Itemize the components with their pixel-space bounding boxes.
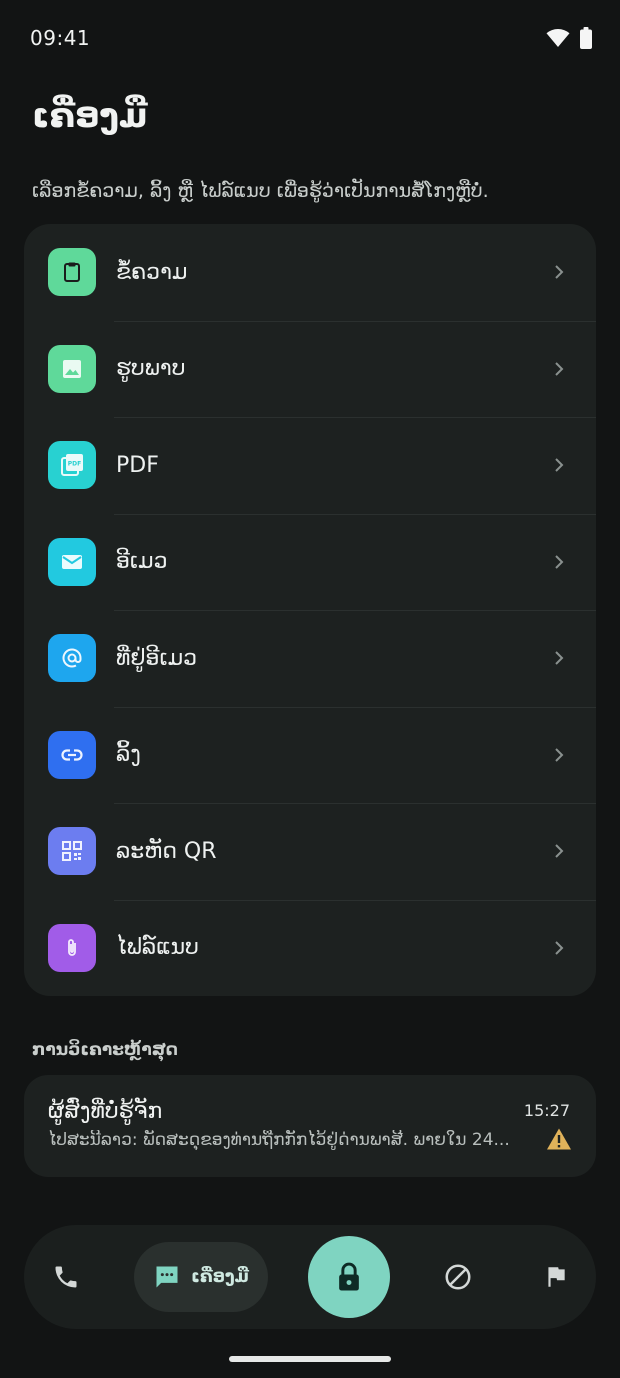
tool-label: ຂໍ້ຄວາມ <box>116 259 188 285</box>
tool-label: ລິ້ງ <box>116 742 141 768</box>
nav-lock-button[interactable] <box>308 1236 390 1318</box>
recent-sender: ຜູ້ສົ່ງທີ່ບໍ່ຮູ້ຈັກ <box>48 1099 163 1124</box>
nav-calls[interactable] <box>42 1253 90 1301</box>
at-icon <box>48 634 96 683</box>
section-title-recent: ການວິເຄາະຫຼ້າສຸດ <box>32 1040 178 1060</box>
tool-item-text[interactable]: ຂໍ້ຄວາມ <box>24 224 596 321</box>
tool-label: ອີເມວ <box>116 549 168 575</box>
chevron-right-icon <box>554 940 564 956</box>
tool-label: PDF <box>116 452 159 478</box>
chevron-right-icon <box>554 457 564 473</box>
qr-code-icon <box>48 827 96 876</box>
paperclip-icon <box>48 923 96 972</box>
recent-time: 15:27 <box>523 1101 570 1120</box>
home-indicator <box>229 1356 391 1362</box>
flag-icon <box>548 1267 565 1287</box>
chevron-right-icon <box>554 264 564 280</box>
svg-text:PDF: PDF <box>68 461 81 468</box>
chevron-right-icon <box>554 650 564 666</box>
tool-item-image[interactable]: ຮູບພາບ <box>24 320 596 418</box>
tool-item-link[interactable]: ລິ້ງ <box>24 706 596 804</box>
nav-tools-label: ເຄື່ອງມື <box>191 1267 249 1287</box>
nav-report[interactable] <box>532 1253 580 1301</box>
chevron-right-icon <box>554 554 564 570</box>
chevron-right-icon <box>554 361 564 377</box>
link-icon <box>48 730 96 779</box>
nav-tools[interactable]: ເຄື່ອງມື <box>134 1242 268 1312</box>
mail-icon <box>48 537 96 586</box>
clipboard-icon <box>48 248 96 297</box>
tool-label: ທີ່ຢູ່ອີເມວ <box>116 645 198 671</box>
page-subtitle: ເລືອກຂໍ້ຄວາມ, ລິ້ງ ຫຼື ໄຟລ໌ແນບ ເພື່ອຮູ້ວ… <box>32 180 489 202</box>
tool-label: ລະຫັດ QR <box>116 838 217 864</box>
phone-icon <box>55 1266 77 1288</box>
lock-icon <box>339 1262 359 1291</box>
nav-block[interactable] <box>434 1253 482 1301</box>
message-icon <box>156 1266 178 1288</box>
tool-label: ຮູບພາບ <box>116 356 186 382</box>
chevron-right-icon <box>554 843 564 859</box>
warning-icon <box>546 1127 572 1155</box>
tool-label: ໄຟລ໌ແນບ <box>116 935 199 961</box>
battery-icon <box>580 27 592 49</box>
tool-item-pdf[interactable]: PDF PDF <box>24 417 596 514</box>
pdf-icon: PDF <box>48 441 96 490</box>
status-icons <box>546 27 592 49</box>
block-icon <box>445 1264 471 1290</box>
tool-item-email[interactable]: ອີເມວ <box>24 513 596 611</box>
image-icon <box>48 344 96 393</box>
bottom-nav: ເຄື່ອງມື <box>24 1225 596 1329</box>
tool-item-email-address[interactable]: ທີ່ຢູ່ອີເມວ <box>24 610 596 707</box>
tool-item-qr-code[interactable]: ລະຫັດ QR <box>24 803 596 900</box>
recent-analysis-item[interactable]: ຜູ້ສົ່ງທີ່ບໍ່ຮູ້ຈັກ ໄປສະນີລາວ: ພັດສະດຸຂອ… <box>24 1075 596 1177</box>
page-title: ເຄື່ອງມື <box>32 96 148 136</box>
tool-item-attachment[interactable]: ໄຟລ໌ແນບ <box>24 899 596 997</box>
wifi-icon <box>546 29 570 47</box>
recent-preview: ໄປສະນີລາວ: ພັດສະດຸຂອງທ່ານຖືກກັກໄວ້ຢູ່ດ່າ… <box>48 1130 510 1150</box>
status-time: 09:41 <box>30 26 91 50</box>
status-bar: 09:41 <box>0 0 620 76</box>
tools-list: ຂໍ້ຄວາມ ຮູບພາບ PDF PDF ອີເມວ ທີ່ຢູ່ອີເມວ <box>24 224 596 996</box>
chevron-right-icon <box>554 747 564 763</box>
